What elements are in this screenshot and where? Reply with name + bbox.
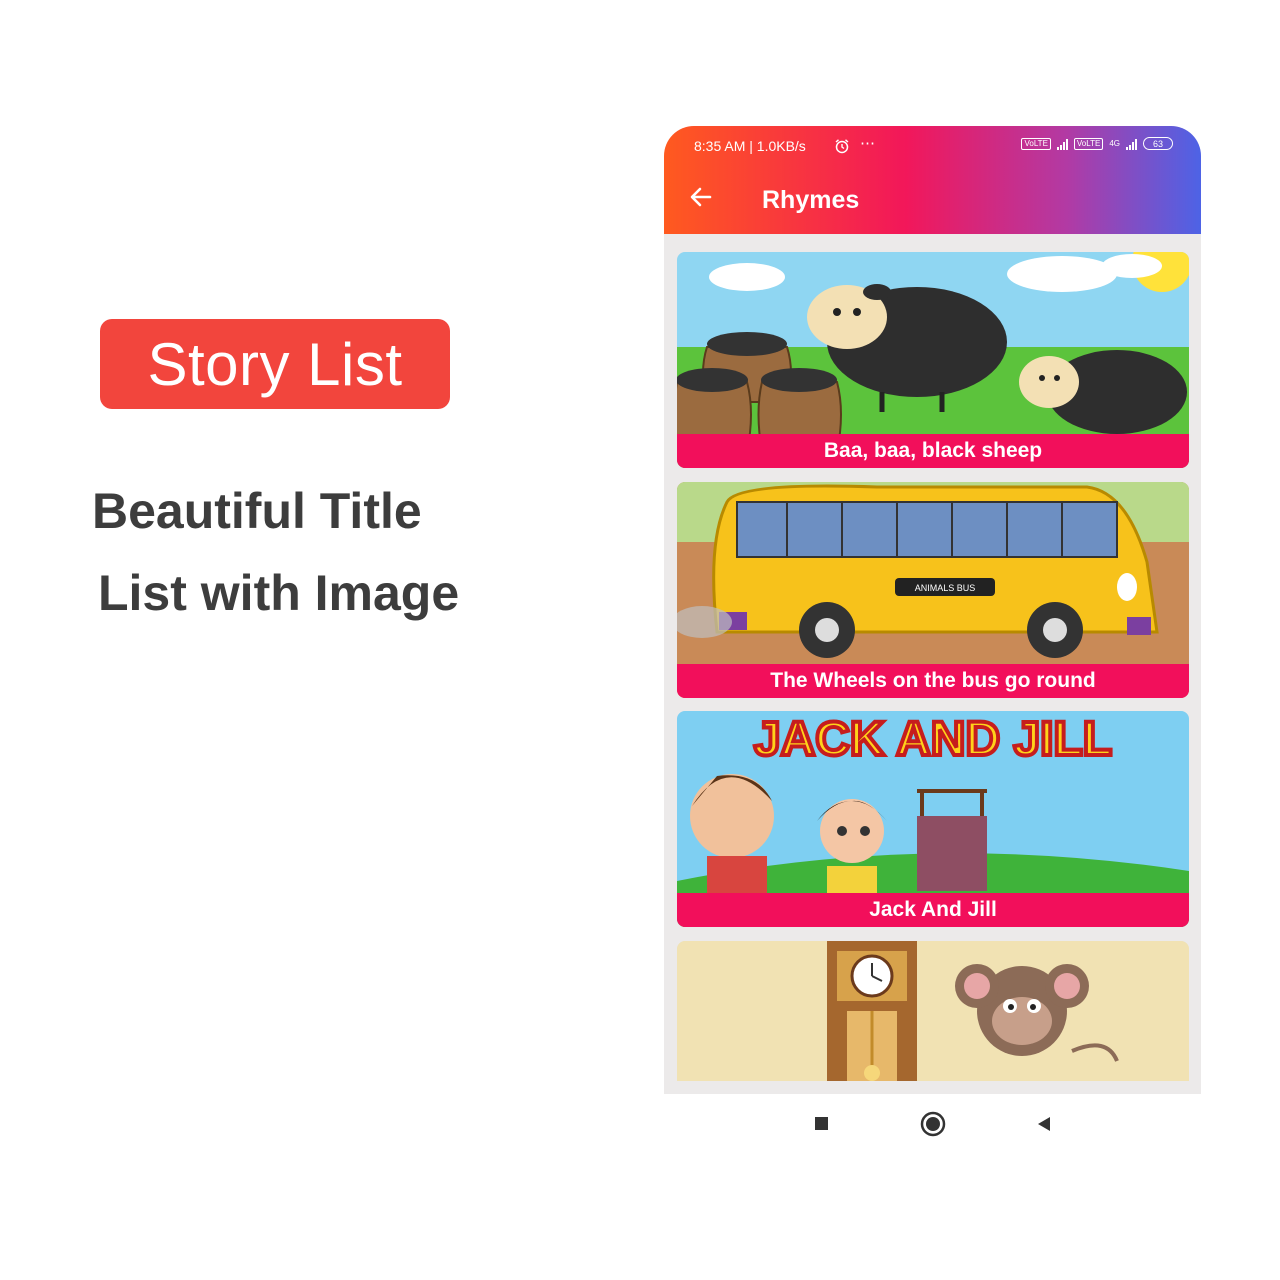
phone-screen: 8:35 AM | 1.0KB/s ⋯ VoLTE VoLTE 4G 63 Rh… [664, 126, 1201, 1094]
triangle-left-icon[interactable] [1036, 1116, 1052, 1132]
battery-icon: 63 [1143, 137, 1173, 150]
rhyme-card-baa-baa-black-sheep[interactable]: Baa, baa, black sheep [677, 252, 1189, 468]
story-list-badge: Story List [100, 319, 450, 409]
promo-line-1: Beautiful Title [92, 483, 422, 539]
app-bar: 8:35 AM | 1.0KB/s ⋯ VoLTE VoLTE 4G 63 Rh… [664, 126, 1201, 234]
square-icon[interactable] [814, 1116, 830, 1132]
bus-plate-text: ANIMALS BUS [915, 583, 976, 593]
circle-icon[interactable] [920, 1111, 946, 1137]
rhyme-title: Baa, baa, black sheep [677, 434, 1189, 468]
rhyme-card-wheels-on-the-bus[interactable]: ANIMALS BUS The Wheels on the bus go rou… [677, 482, 1189, 698]
status-time: 8:35 AM | 1.0KB/s [694, 138, 806, 154]
rhyme-title: The Wheels on the bus go round [677, 664, 1189, 698]
alarm-clock-icon [835, 139, 849, 154]
page-title: Rhymes [762, 186, 860, 214]
volte-icon: VoLTE [1021, 137, 1051, 150]
rhyme-card-jack-and-jill[interactable]: JACK AND JILL Jack And Jill [677, 711, 1189, 927]
rhyme-title: Jack And Jill [677, 893, 1189, 927]
signal-icon [1056, 138, 1068, 150]
network-type-label: 4G [1109, 139, 1120, 148]
system-nav-bar [664, 1094, 1201, 1154]
arrow-left-icon[interactable] [688, 184, 714, 210]
rhyme-card-clock-mouse[interactable] [677, 941, 1189, 1081]
signal-icon-2 [1126, 138, 1137, 150]
volte-icon-2: VoLTE [1073, 137, 1104, 150]
status-indicators: VoLTE VoLTE 4G 63 [1021, 137, 1173, 150]
clock-mouse-thumbnail [677, 941, 1189, 1081]
more-notifications-icon: ⋯ [860, 135, 877, 152]
jack-and-jill-banner: JACK AND JILL [754, 713, 1112, 766]
promo-line-2: List with Image [98, 565, 460, 621]
